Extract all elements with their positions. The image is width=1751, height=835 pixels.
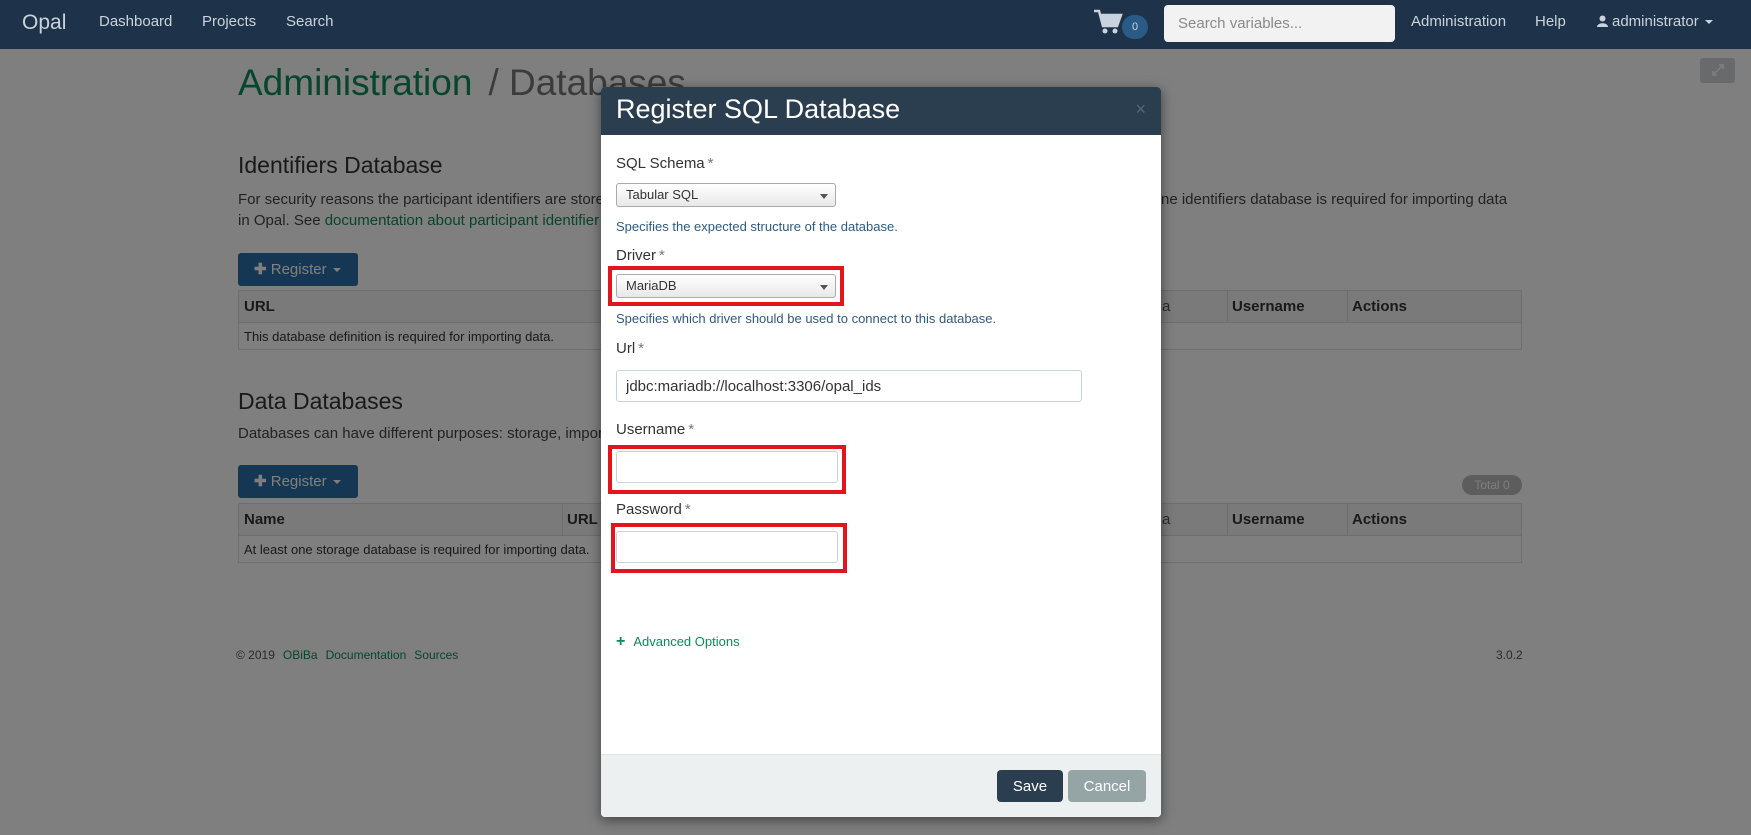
password-input[interactable] xyxy=(616,531,838,563)
plus-icon: + xyxy=(616,633,626,650)
driver-select[interactable]: MariaDB xyxy=(616,274,836,298)
chevron-down-icon xyxy=(1704,20,1713,25)
user-name: administrator xyxy=(1612,13,1699,30)
cancel-button[interactable]: Cancel xyxy=(1068,770,1146,802)
sql-schema-select[interactable]: Tabular SQL xyxy=(616,183,836,207)
advanced-options-toggle[interactable]: + Advanced Options xyxy=(616,633,740,651)
save-button[interactable]: Save xyxy=(997,770,1063,802)
chevron-down-icon xyxy=(820,285,828,290)
driver-hint: Specifies which driver should be used to… xyxy=(616,311,997,326)
nav-dashboard[interactable]: Dashboard xyxy=(99,13,172,30)
url-input[interactable] xyxy=(616,370,1082,402)
cart-icon[interactable] xyxy=(1093,8,1123,41)
modal-title: Register SQL Database xyxy=(616,94,901,124)
nav-search[interactable]: Search xyxy=(286,13,334,30)
modal-body: SQL Schema * Tabular SQL Specifies the ex… xyxy=(601,135,1161,754)
register-sql-database-modal: Register SQL Database × SQL Schema * Tabu… xyxy=(601,87,1161,817)
url-label: Url * xyxy=(616,340,645,357)
username-label: Username * xyxy=(616,421,695,438)
sql-schema-value: Tabular SQL xyxy=(626,187,699,202)
nav-administration[interactable]: Administration xyxy=(1411,13,1506,30)
password-label: Password * xyxy=(616,501,691,518)
search-variables-input[interactable] xyxy=(1164,5,1395,42)
nav-help[interactable]: Help xyxy=(1535,13,1566,30)
username-input[interactable] xyxy=(616,451,838,483)
modal-header: Register SQL Database × xyxy=(601,87,1161,135)
cart-count-badge: 0 xyxy=(1122,15,1148,39)
close-icon[interactable]: × xyxy=(1135,99,1146,120)
user-menu[interactable]: administrator xyxy=(1597,13,1713,30)
nav-projects[interactable]: Projects xyxy=(202,13,256,30)
sql-schema-label: SQL Schema * xyxy=(616,155,714,172)
top-navbar: Opal Dashboard Projects Search 0 Adminis… xyxy=(0,0,1751,49)
driver-label: Driver * xyxy=(616,247,665,264)
brand-logo[interactable]: Opal xyxy=(22,11,66,35)
modal-footer: Save Cancel xyxy=(601,754,1161,817)
driver-value: MariaDB xyxy=(626,278,677,293)
sql-schema-hint: Specifies the expected structure of the … xyxy=(616,219,898,234)
user-icon xyxy=(1597,15,1608,27)
chevron-down-icon xyxy=(820,194,828,199)
